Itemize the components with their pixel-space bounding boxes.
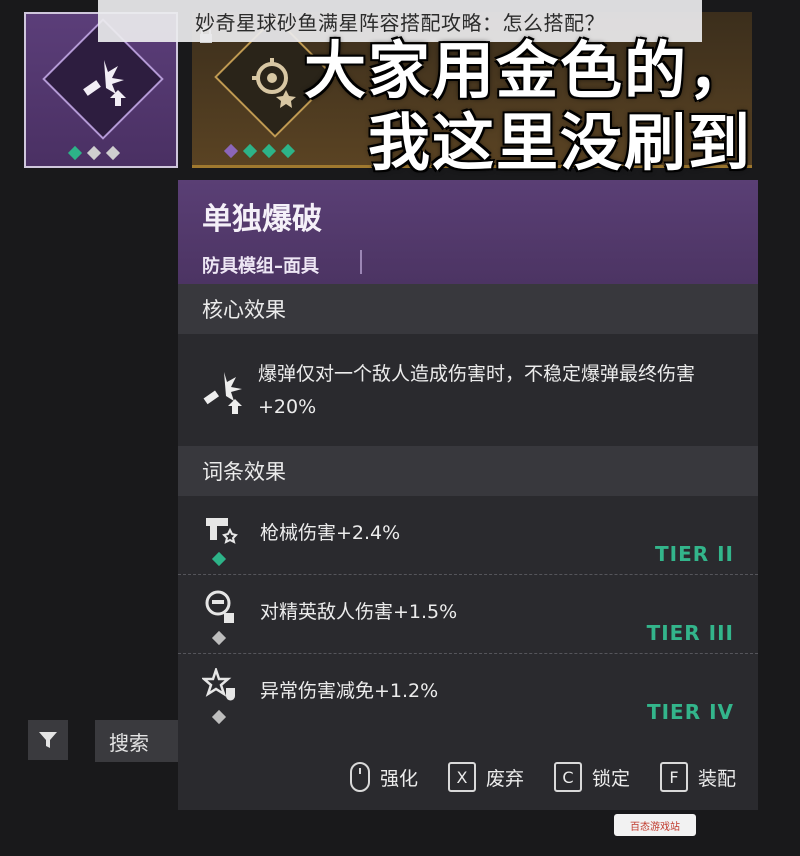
- slot-dots: [67, 145, 121, 161]
- affix-tier: TIER IV: [646, 700, 734, 724]
- key-x: X: [447, 762, 476, 792]
- affix-tier: TIER II: [655, 542, 734, 566]
- blast-upgrade-icon: [83, 60, 126, 106]
- gem-dot: [223, 143, 239, 159]
- affix-row: 对精英敌人伤害+1.5% TIER III: [178, 574, 758, 653]
- affix-row: 枪械伤害+2.4% TIER II: [178, 496, 758, 574]
- lock-label: 锁定: [591, 767, 630, 790]
- filter-button[interactable]: [28, 720, 68, 760]
- tooltip-header: 单独爆破 防具模组–面具: [178, 180, 758, 284]
- affix-label: 对精英敌人伤害+1.5%: [260, 601, 458, 623]
- elite-enemy-icon: [205, 590, 234, 623]
- core-effect-title: 核心效果: [178, 284, 758, 334]
- discard-label: 废弃: [485, 767, 524, 790]
- gun-icon: [206, 518, 238, 544]
- item-name: 单独爆破: [202, 202, 322, 237]
- key-f: F: [659, 762, 688, 792]
- equip-label: 装配: [697, 767, 736, 790]
- affix-tier: TIER III: [646, 621, 734, 645]
- affix-gem: [211, 709, 227, 725]
- header-divider: [360, 250, 362, 274]
- anomaly-shield-icon: [202, 668, 235, 701]
- gem-dot: [261, 143, 277, 159]
- gem-dot: [86, 145, 102, 161]
- affix-gem: [211, 551, 227, 567]
- blast-upgrade-icon: [203, 372, 242, 414]
- item-type: 防具模组–面具: [202, 256, 319, 277]
- mouse-icon: [349, 762, 370, 792]
- crosshair-icon: [252, 58, 296, 108]
- gem-dot: [280, 143, 296, 159]
- overlay-text-line2: 我这里没刷到: [367, 106, 752, 179]
- gem-dot: [242, 143, 258, 159]
- overlay-text-line1: 大家用金色的，: [303, 34, 752, 107]
- caption-text: 妙奇星球砂鱼满星阵容搭配攻略：怎么搭配？: [195, 10, 605, 35]
- affix-label: 枪械伤害+2.4%: [260, 522, 401, 544]
- core-effect-text: 爆弹仅对一个敌人造成伤害时，不稳定爆弹最终伤害+20%: [258, 363, 696, 418]
- gem-dot: [105, 145, 121, 161]
- affix-list: 枪械伤害+2.4% TIER II 对精英敌人伤害+1.5% TIER III …: [178, 496, 758, 732]
- equip-action[interactable]: F 装配: [659, 762, 736, 792]
- watermark-logo: 百态游戏站: [614, 814, 696, 836]
- lock-action[interactable]: C 锁定: [553, 762, 630, 792]
- affix-effect-title: 词条效果: [178, 446, 758, 496]
- core-effect: 爆弹仅对一个敌人造成伤害时，不稳定爆弹最终伤害+20%: [178, 334, 758, 446]
- gem-dot: [67, 145, 83, 161]
- enhance-action[interactable]: 强化: [349, 762, 418, 792]
- affix-label: 异常伤害减免+1.2%: [260, 680, 439, 702]
- item-tooltip-panel: 单独爆破 防具模组–面具 核心效果 爆弹仅对一个敌人造成伤害时，不稳定爆弹最终伤…: [178, 180, 758, 810]
- affix-gem: [211, 630, 227, 646]
- affix-row: 异常伤害减免+1.2% TIER IV: [178, 653, 758, 732]
- search-button[interactable]: 搜索: [95, 720, 178, 762]
- action-bar: 强化 X 废弃 C 锁定 F 装配: [178, 744, 758, 810]
- key-c: C: [553, 762, 582, 792]
- slot-dots: [223, 143, 296, 159]
- filter-icon: [39, 732, 57, 748]
- discard-action[interactable]: X 废弃: [447, 762, 524, 792]
- enhance-label: 强化: [379, 767, 418, 790]
